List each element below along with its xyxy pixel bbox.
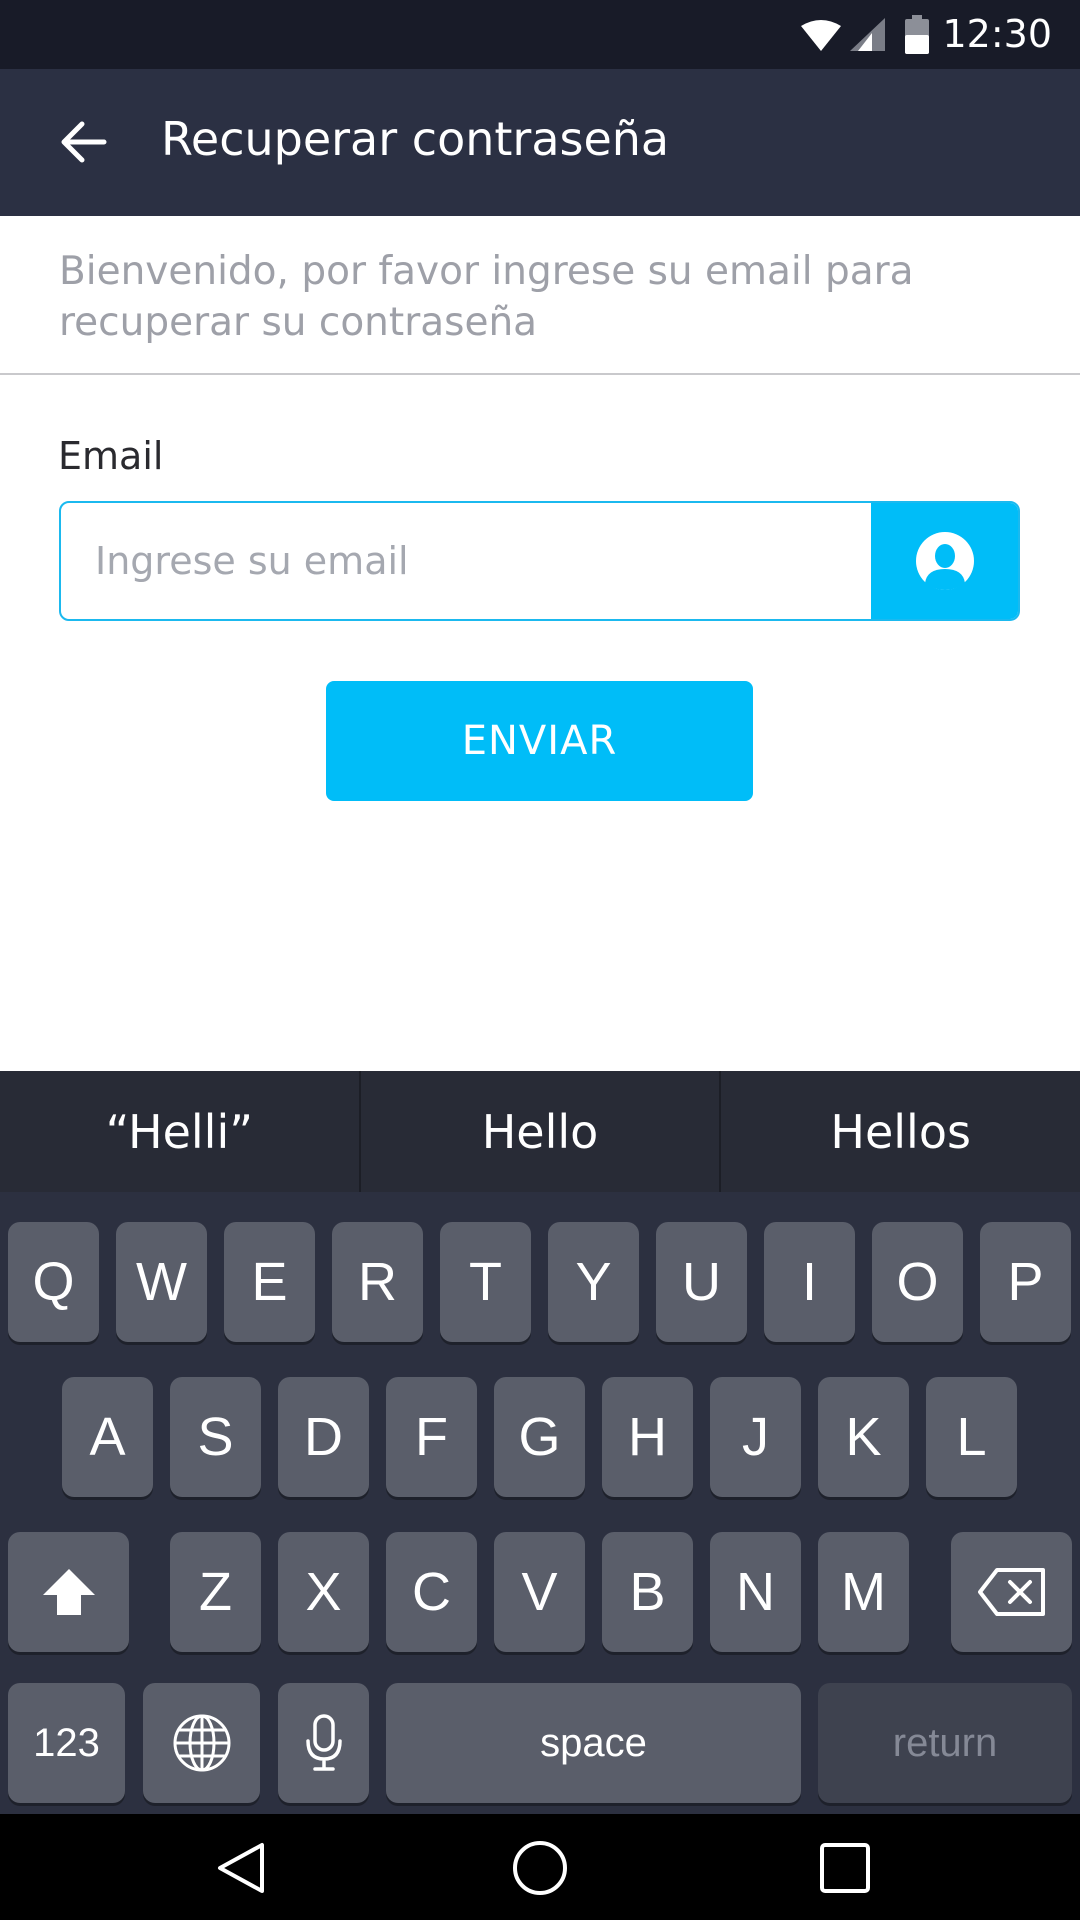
key-w[interactable]: W [116, 1222, 207, 1342]
key-b[interactable]: B [602, 1532, 693, 1652]
globe-icon [173, 1714, 230, 1772]
key-h[interactable]: H [602, 1377, 693, 1497]
send-button[interactable]: ENVIAR [326, 681, 753, 801]
backspace-icon [977, 1568, 1045, 1616]
status-bar: 12:30 [0, 0, 1080, 69]
email-field [59, 501, 1020, 621]
globe-key[interactable] [143, 1683, 260, 1803]
key-v[interactable]: V [494, 1532, 585, 1652]
key-r[interactable]: R [332, 1222, 423, 1342]
email-label: Email [58, 434, 164, 478]
battery-icon [905, 15, 929, 54]
person-icon [915, 532, 974, 590]
microphone-icon [305, 1714, 342, 1771]
wifi-icon [801, 20, 841, 51]
key-l[interactable]: L [926, 1377, 1017, 1497]
key-y[interactable]: Y [548, 1222, 639, 1342]
key-c[interactable]: C [386, 1532, 477, 1652]
key-t[interactable]: T [440, 1222, 531, 1342]
key-f[interactable]: F [386, 1377, 477, 1497]
divider [0, 373, 1080, 375]
key-u[interactable]: U [656, 1222, 747, 1342]
key-j[interactable]: J [710, 1377, 801, 1497]
key-x[interactable]: X [278, 1532, 369, 1652]
suggestion-bar: “Helli” Hello Hellos [0, 1071, 1080, 1192]
key-a[interactable]: A [62, 1377, 153, 1497]
email-icon-box [871, 503, 1018, 619]
key-g[interactable]: G [494, 1377, 585, 1497]
nav-recents-icon[interactable] [817, 1840, 873, 1896]
key-n[interactable]: N [710, 1532, 801, 1652]
email-input[interactable] [61, 503, 875, 619]
microphone-key[interactable] [278, 1683, 369, 1803]
arrow-back-icon[interactable] [56, 115, 110, 169]
return-key[interactable]: return [818, 1683, 1072, 1803]
key-d[interactable]: D [278, 1377, 369, 1497]
suggestion-item[interactable]: “Helli” [0, 1071, 359, 1192]
suggestion-item[interactable]: Hellos [719, 1071, 1080, 1192]
page-title: Recuperar contraseña [161, 112, 670, 166]
key-s[interactable]: S [170, 1377, 261, 1497]
navigation-bar [0, 1814, 1080, 1920]
status-time: 12:30 [942, 12, 1052, 56]
key-k[interactable]: K [818, 1377, 909, 1497]
screen: 12:30 Recuperar contraseña Bienvenido, p… [0, 0, 1080, 1920]
shift-icon [42, 1569, 95, 1615]
key-o[interactable]: O [872, 1222, 963, 1342]
key-e[interactable]: E [224, 1222, 315, 1342]
welcome-message: Bienvenido, por favor ingrese su email p… [59, 249, 914, 345]
key-i[interactable]: I [764, 1222, 855, 1342]
key-z[interactable]: Z [170, 1532, 261, 1652]
space-key[interactable]: space [386, 1683, 801, 1803]
shift-key[interactable] [8, 1532, 129, 1652]
nav-back-icon[interactable] [214, 1840, 270, 1896]
suggestion-item[interactable]: Hello [358, 1071, 720, 1192]
numbers-key[interactable]: 123 [8, 1683, 125, 1803]
signal-icon [850, 18, 885, 51]
nav-home-icon[interactable] [512, 1840, 568, 1896]
app-bar: Recuperar contraseña [0, 69, 1080, 216]
backspace-key[interactable] [951, 1532, 1072, 1652]
key-q[interactable]: Q [8, 1222, 99, 1342]
key-m[interactable]: M [818, 1532, 909, 1652]
keyboard: Q W E R T Y U I O P A S D F G H J K L Z … [0, 1192, 1080, 1814]
key-p[interactable]: P [980, 1222, 1071, 1342]
